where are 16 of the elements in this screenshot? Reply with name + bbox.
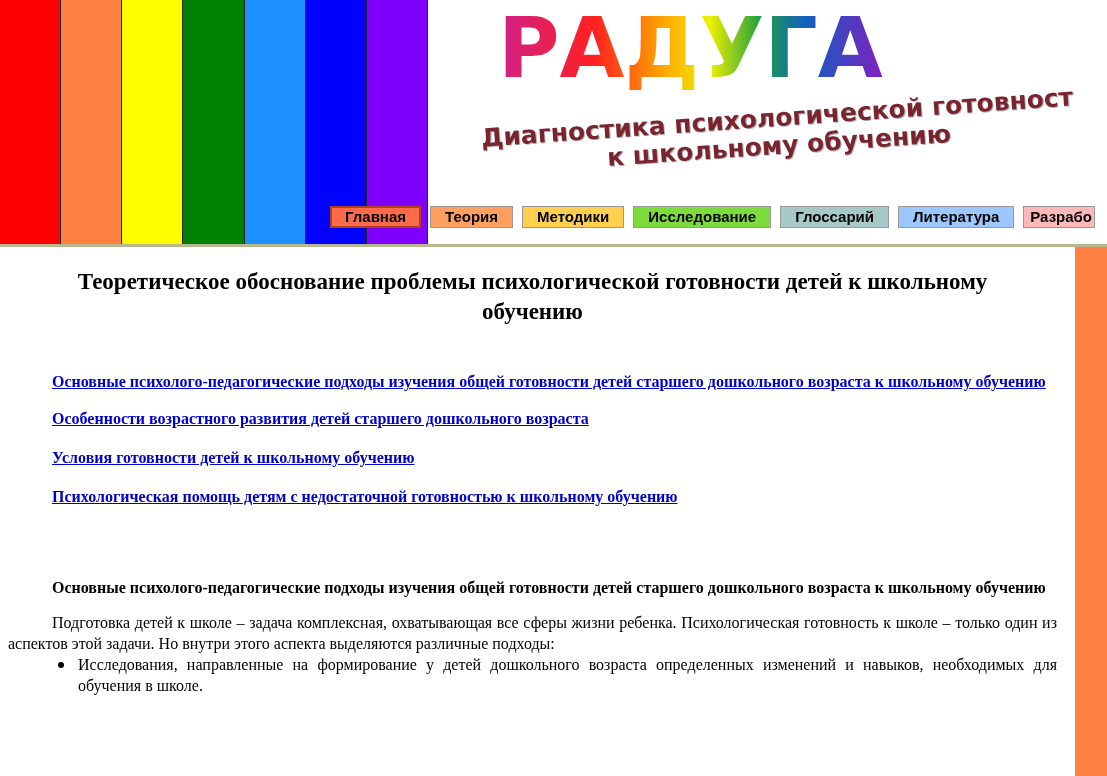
section-link[interactable]: Особенности возрастного развития детей старшего дошкольного возраста [52, 410, 589, 427]
section-heading: Основные психолого-педагогические подходы изучения общей готовности детей старшего дошкольного возраста к школьному обучению [51, 578, 1047, 598]
nav-button[interactable]: Теория [430, 206, 514, 228]
nav-button[interactable]: Методики [522, 206, 625, 228]
body-paragraph: Подготовка детей к школе – задача комплексная, охватывающая все сферы жизни ребенка. Психологическая готовность к школе – только один из аспектов этой задачи. Но внутри этого аспекта выделяются различные подходы: [8, 613, 1057, 654]
nav-button[interactable]: Глоссарий [780, 206, 889, 228]
nav-button[interactable]: Разрабо [1023, 206, 1096, 228]
nav-button[interactable]: Главная [330, 206, 421, 228]
section-link[interactable]: Условия готовности детей к школьному обучению [52, 449, 415, 466]
bullet-text: Исследования, направленные на формирование у детей дошкольного возраста определенных изменений и навыков, необходимых для обучения в школе. [78, 655, 1057, 696]
page-title: Теоретическое обоснование проблемы психологической готовности детей к школьному обучению [76, 268, 989, 326]
bullet-icon [58, 662, 64, 668]
section-link[interactable]: Психологическая помощь детям с недостаточной готовностью к школьному обучению [52, 488, 678, 505]
nav-button[interactable]: Литература [898, 206, 1015, 228]
nav-button[interactable]: Исследование [633, 206, 772, 228]
section-link[interactable]: Основные психолого-педагогические подходы изучения общей готовности детей старшего дошкольного возраста к школьному обучению [52, 373, 1046, 390]
